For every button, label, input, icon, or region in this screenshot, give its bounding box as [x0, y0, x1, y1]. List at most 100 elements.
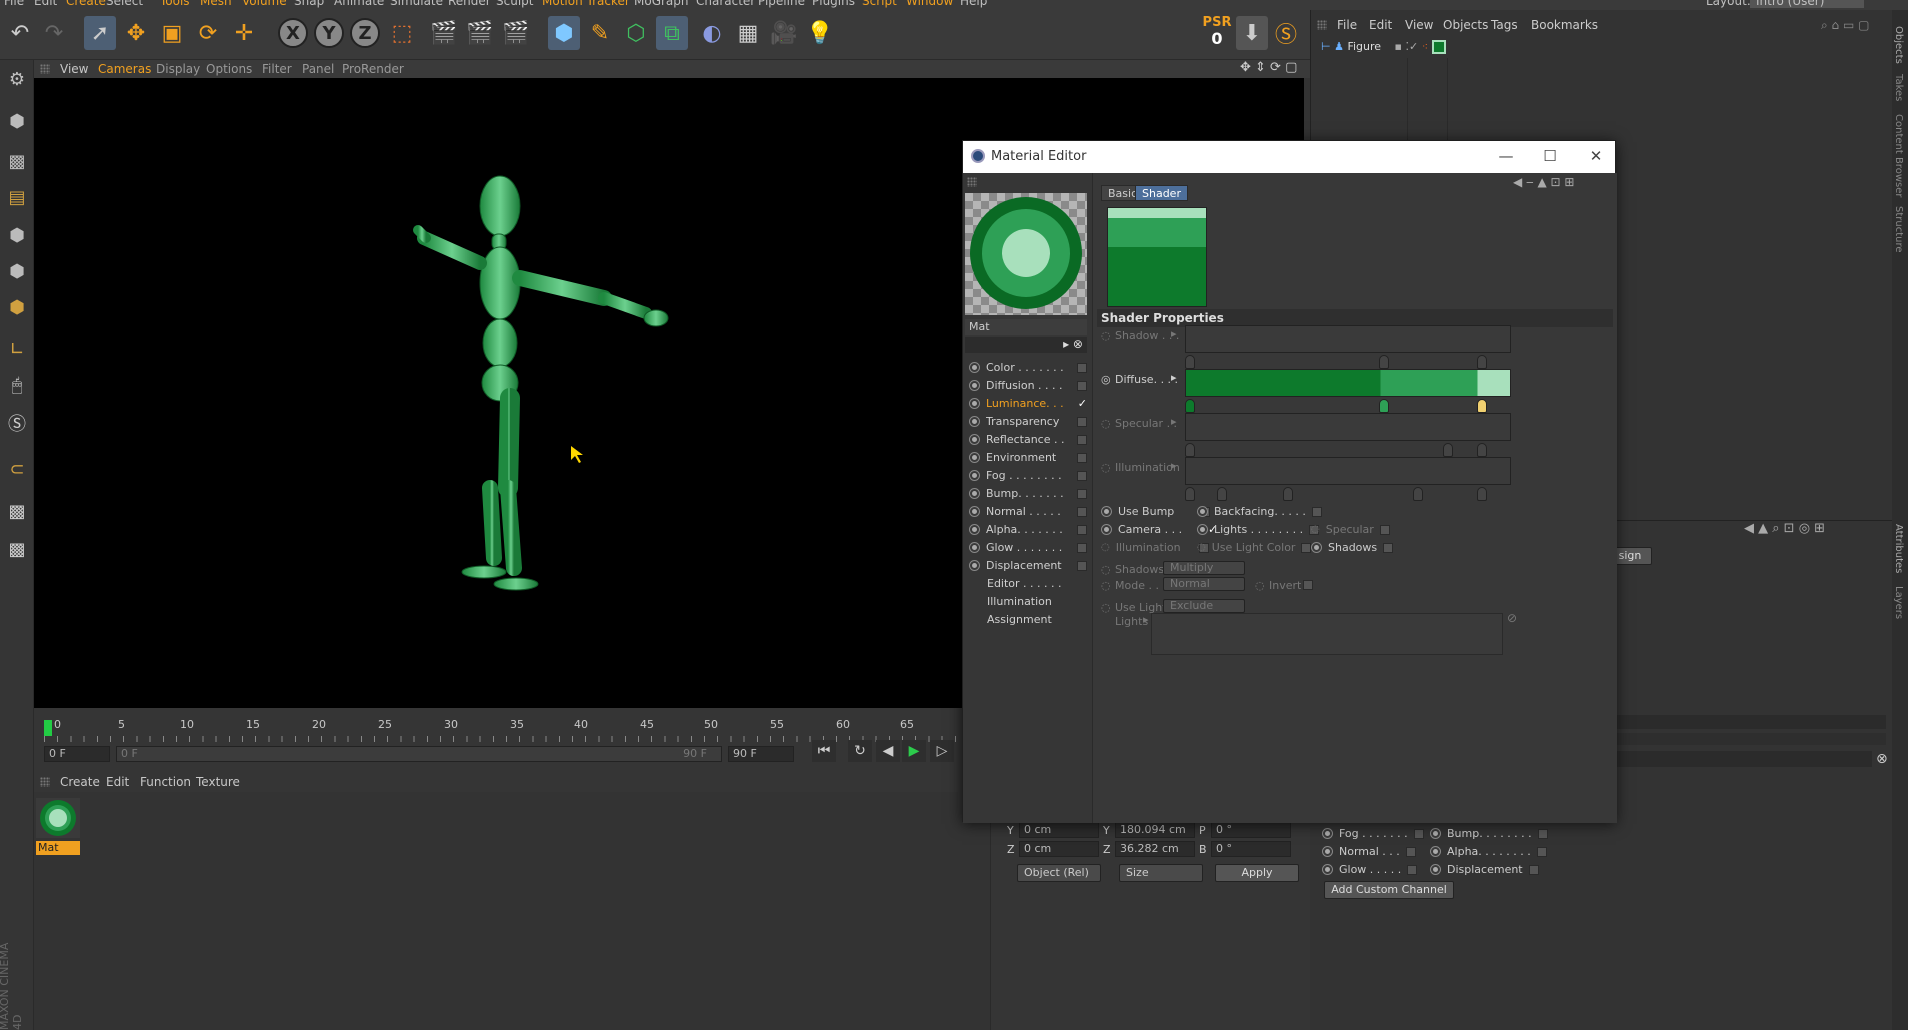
object-row-figure[interactable]: ⊢ ♟ Figure ▪ ⁚✓ ⁖: [1321, 40, 1491, 58]
menu-script[interactable]: Script: [862, 0, 897, 8]
diffuse-knob-dark[interactable]: [1185, 399, 1195, 413]
material-editor-window[interactable]: Material Editor — ☐ ✕ Mat ▸ ⊗ Color . . …: [962, 140, 1617, 823]
minimize-icon[interactable]: —: [1493, 145, 1519, 167]
attribute-nav-icons[interactable]: ◀ ▲ ⌕ ⊡ ◎ ⊞: [1744, 521, 1825, 536]
channel-glow[interactable]: Glow . . . . . . .: [969, 541, 1087, 554]
attr-channel-alpha[interactable]: Alpha. . . . . . . .: [1430, 845, 1547, 858]
menu-character[interactable]: Character: [696, 0, 755, 8]
attr-channel-glow[interactable]: Glow . . . . .: [1322, 863, 1418, 876]
shadow-knob[interactable]: [1477, 355, 1487, 369]
tab-layers[interactable]: Layers: [1893, 586, 1904, 619]
checkbox[interactable]: [1413, 828, 1424, 839]
psr-widget[interactable]: PSR 0: [1200, 16, 1234, 50]
menu-mograph[interactable]: MoGraph: [634, 0, 689, 8]
specular-expand-icon[interactable]: ▸: [1171, 415, 1177, 428]
move-tool-icon[interactable]: ✥: [120, 16, 152, 50]
illumination-radio-icon[interactable]: ◌: [1101, 461, 1111, 474]
next-frame-icon[interactable]: ▷: [930, 740, 954, 762]
diffuse-knob-mid[interactable]: [1379, 399, 1389, 413]
invert-radio-icon[interactable]: ◌: [1255, 579, 1265, 592]
undo-icon[interactable]: ↶: [4, 16, 36, 50]
channel-displacement[interactable]: Displacement: [969, 559, 1087, 572]
channel-editor[interactable]: Editor . . . . . .: [987, 577, 1105, 590]
backfacing-option[interactable]: Backfacing. . . . .: [1197, 505, 1322, 518]
checkbox[interactable]: [1077, 434, 1087, 445]
specular-radio-icon[interactable]: ◌: [1101, 417, 1111, 430]
tab-shader[interactable]: Shader: [1135, 185, 1188, 201]
shadows-option[interactable]: Shadows: [1311, 541, 1394, 554]
checkbox[interactable]: [1077, 542, 1087, 553]
diffuse-radio-icon[interactable]: ◎: [1101, 373, 1111, 386]
pen-spline-icon[interactable]: ✎: [584, 16, 616, 50]
timeline-ruler[interactable]: 0 5 10 15 20 25 30 35 40 45 50 55 60 65: [44, 712, 959, 742]
polygons-mode-icon[interactable]: ⬢: [2, 292, 32, 322]
material-thumbnail[interactable]: Mat: [36, 798, 80, 855]
edges-mode-icon[interactable]: ⬢: [2, 256, 32, 286]
solo-icon[interactable]: Ⓢ: [2, 408, 32, 438]
checkbox[interactable]: [1077, 560, 1087, 571]
checkbox[interactable]: [1077, 488, 1087, 499]
current-frame-field[interactable]: 0 F: [44, 746, 110, 762]
viewport-menu-cameras[interactable]: Cameras: [98, 62, 151, 76]
tab-attributes[interactable]: Attributes: [1893, 524, 1904, 573]
menu-volume[interactable]: Volume: [242, 0, 287, 8]
channel-environment[interactable]: Environment: [969, 451, 1087, 464]
scale-tool-icon[interactable]: ▣: [156, 16, 188, 50]
menu-pipeline[interactable]: Pipeline: [758, 0, 805, 8]
material-menu-texture[interactable]: Texture: [196, 775, 240, 789]
snap-icon[interactable]: ⬇: [1236, 16, 1268, 50]
axis-x-button[interactable]: X: [278, 18, 308, 48]
y-size-field[interactable]: 180.094 cm: [1115, 822, 1195, 838]
menu-help[interactable]: Help: [960, 0, 987, 8]
viewport-menu-prorender[interactable]: ProRender: [342, 62, 404, 76]
attr-channel-fog[interactable]: Fog . . . . . . .: [1322, 827, 1424, 840]
loop-icon[interactable]: ↻: [848, 740, 872, 762]
object-manager-search-icon[interactable]: ⌕ ⌂ ▭ ▢: [1821, 18, 1869, 33]
illumination-knob[interactable]: [1413, 487, 1423, 501]
rotate-tool-icon[interactable]: ⟳: [192, 16, 224, 50]
make-editable-icon[interactable]: ⚙: [2, 64, 32, 94]
channel-fog[interactable]: Fog . . . . . . . .: [969, 469, 1087, 482]
add-custom-channel-button[interactable]: Add Custom Channel: [1324, 881, 1454, 899]
illumination-knob[interactable]: [1217, 487, 1227, 501]
invert-checkbox[interactable]: [1303, 580, 1313, 590]
axis-y-button[interactable]: Y: [314, 18, 344, 48]
playhead-marker[interactable]: [44, 720, 52, 736]
checkbox[interactable]: [1536, 846, 1547, 857]
link-field[interactable]: [1610, 751, 1872, 767]
viewport-nav-icons[interactable]: ✥ ⇕ ⟳ ▢: [1240, 60, 1297, 75]
viewport-menu-filter[interactable]: Filter: [262, 62, 292, 76]
maximize-icon[interactable]: ☐: [1537, 145, 1563, 167]
attr-channel-bump[interactable]: Bump. . . . . . . .: [1430, 827, 1548, 840]
render-view-icon[interactable]: 🎬: [428, 16, 460, 50]
use-bump-option[interactable]: Use Bump: [1101, 505, 1211, 518]
points-mode-icon[interactable]: ⬢: [2, 220, 32, 250]
object-menu-objects[interactable]: Objects: [1443, 18, 1488, 32]
grid-icon[interactable]: ▩: [2, 534, 32, 564]
link-clear-icon[interactable]: ⊗: [1876, 751, 1888, 767]
shadow-radio-icon[interactable]: ◌: [1101, 329, 1111, 342]
tab-content-browser[interactable]: Content Browser: [1893, 114, 1904, 197]
object-menu-tags[interactable]: Tags: [1491, 18, 1518, 32]
checkbox[interactable]: [1077, 416, 1087, 427]
attr-channel-displacement[interactable]: Displacement: [1430, 863, 1539, 876]
viewport-menu-options[interactable]: Options: [206, 62, 252, 76]
subdivision-icon[interactable]: ⬡: [620, 16, 652, 50]
lights-expand-icon[interactable]: ▸: [1143, 613, 1149, 626]
menu-animate[interactable]: Animate: [334, 0, 384, 8]
p-rotation-field[interactable]: 0 °: [1211, 822, 1291, 838]
y-position-field[interactable]: 0 cm: [1019, 822, 1099, 838]
camera-icon[interactable]: 🎥: [768, 16, 800, 50]
menu-window[interactable]: Window: [906, 0, 953, 8]
channel-bump[interactable]: Bump. . . . . . .: [969, 487, 1087, 500]
channel-luminance[interactable]: Luminance. . . ✓: [969, 397, 1087, 410]
specular-gradient[interactable]: [1185, 413, 1511, 441]
lights-option[interactable]: Lights . . . . . . . .: [1197, 523, 1320, 536]
texture-mode-icon[interactable]: ▩: [2, 146, 32, 176]
menu-snap[interactable]: Snap: [294, 0, 324, 8]
material-editor-titlebar[interactable]: Material Editor — ☐ ✕: [963, 141, 1615, 173]
size-mode-dropdown[interactable]: Size: [1119, 864, 1203, 882]
menu-file[interactable]: File: [4, 0, 24, 8]
specular-option[interactable]: ◌ Specular: [1311, 523, 1390, 536]
checkbox[interactable]: [1379, 524, 1390, 535]
